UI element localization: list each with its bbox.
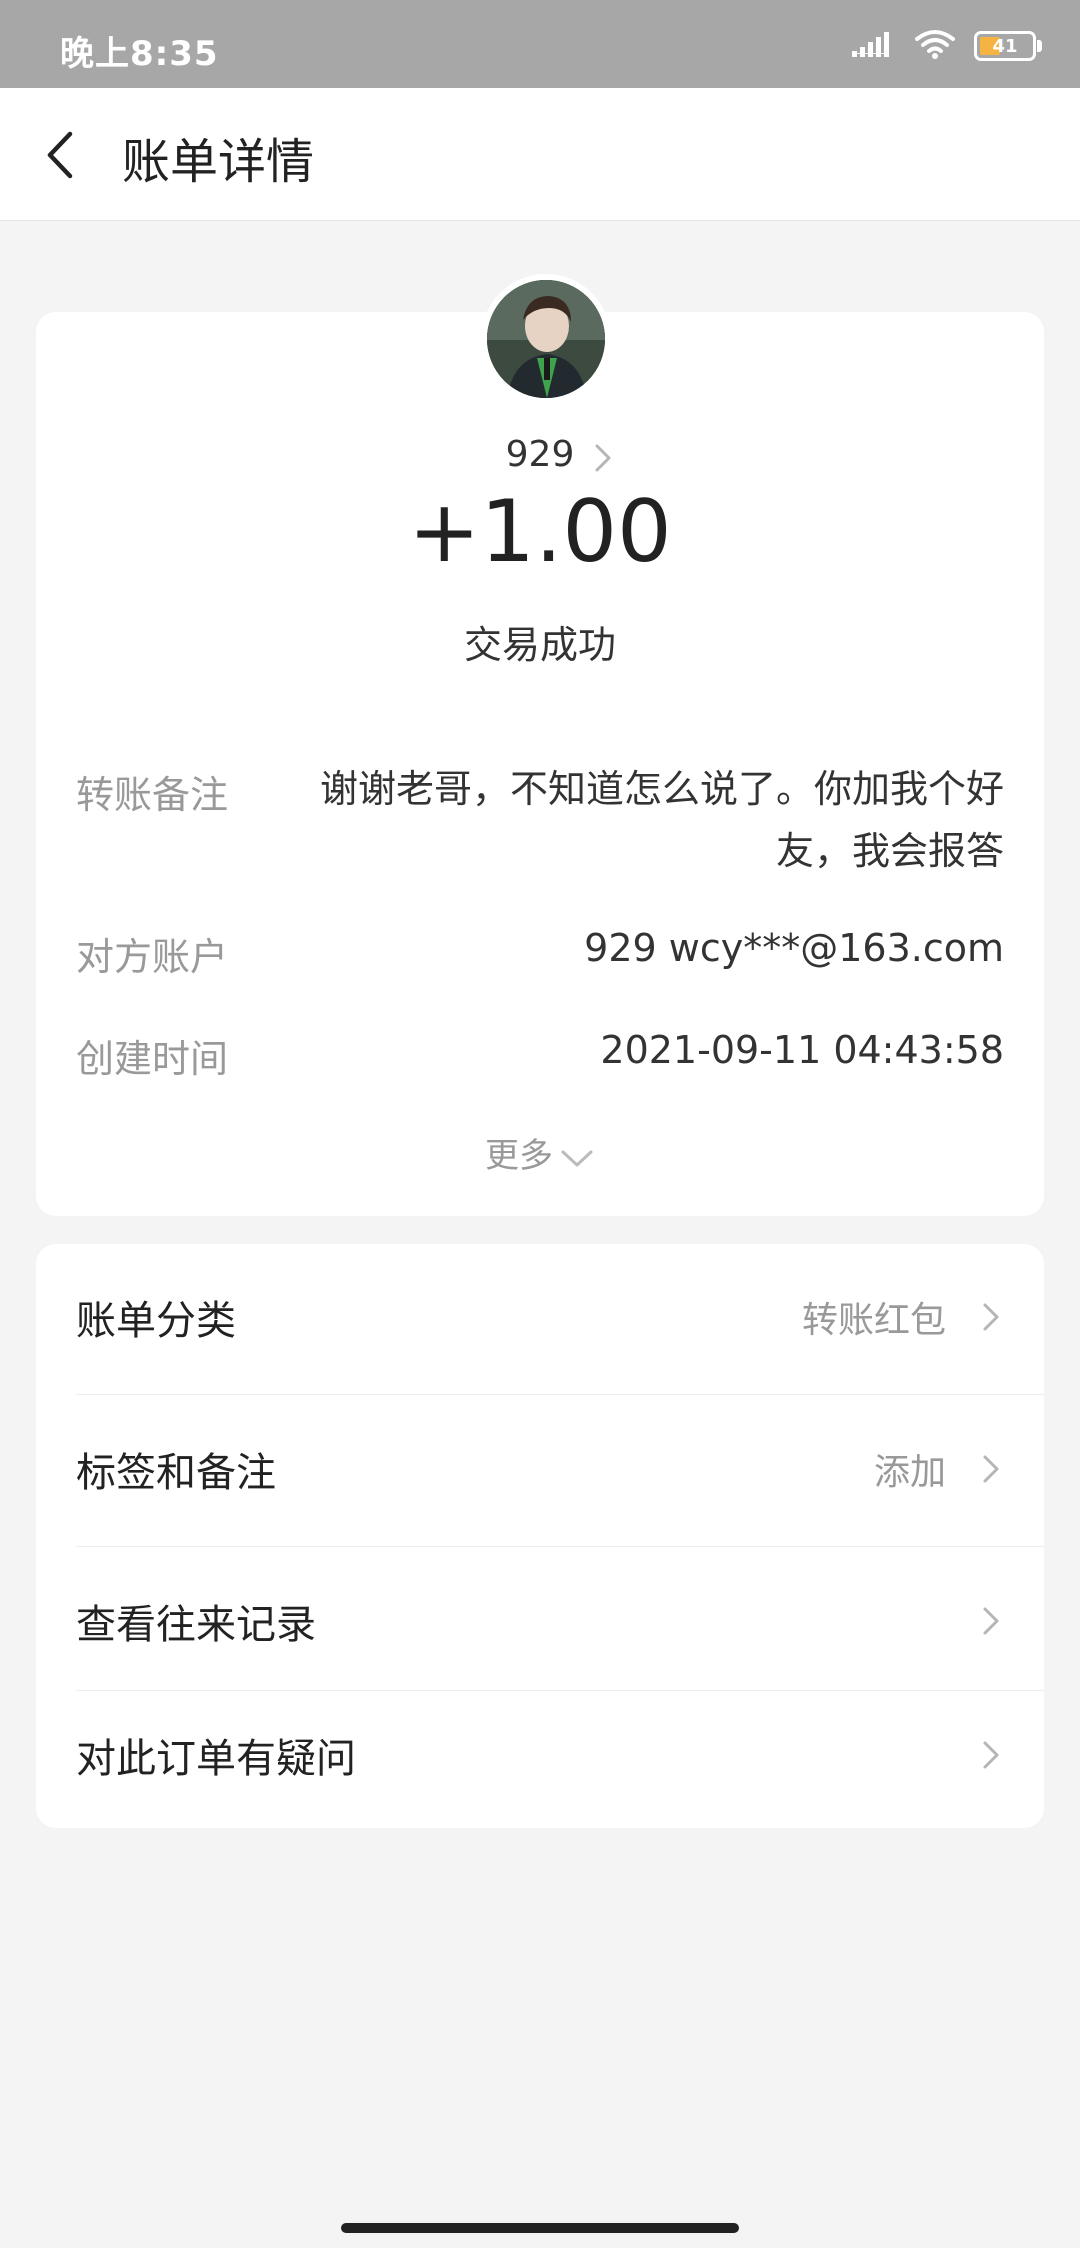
status-icons: 41	[852, 26, 1042, 66]
bill-category-label: 账单分类	[76, 1298, 236, 1344]
created-time-label: 创建时间	[76, 1037, 229, 1081]
transaction-status: 交易成功	[463, 623, 616, 667]
chevron-right-icon	[983, 1455, 999, 1483]
chevron-down-icon	[561, 1150, 593, 1166]
created-time-value: 2021-09-11 04:43:58	[600, 1028, 1004, 1072]
counterparty-link[interactable]: 929	[36, 434, 1044, 475]
account-value: 929 wcy***@163.com	[584, 926, 1004, 970]
page-title: 账单详情	[122, 134, 315, 190]
actions-card: 账单分类 转账红包 标签和备注 添加 查看往来记录 对此订单有疑问	[36, 1244, 1044, 1828]
order-question-label: 对此订单有疑问	[76, 1736, 356, 1782]
more-label: 更多	[485, 1136, 553, 1176]
signal-icon	[852, 29, 896, 63]
divider	[76, 1546, 1044, 1547]
avatar-image	[487, 280, 605, 398]
chevron-right-icon	[595, 444, 611, 472]
chevron-right-icon	[983, 1303, 999, 1331]
tags-notes-value: 添加	[873, 1452, 946, 1493]
app-header: 账单详情	[0, 88, 1080, 221]
bill-category-item[interactable]: 账单分类 转账红包	[36, 1244, 1044, 1390]
tags-notes-item[interactable]: 标签和备注 添加	[36, 1396, 1044, 1542]
bill-category-value: 转账红包	[801, 1300, 946, 1341]
status-time: 晚上8:35	[60, 34, 219, 74]
memo-label: 转账备注	[76, 773, 229, 817]
transaction-card: 929 +1.00 交易成功 转账备注 谢谢老哥，不知道怎么说了。你加我个好友，…	[36, 274, 1044, 1216]
order-question-item[interactable]: 对此订单有疑问	[36, 1682, 1044, 1828]
counterparty-name: 929	[505, 434, 575, 475]
counterparty-avatar[interactable]	[481, 274, 611, 404]
wifi-icon	[914, 28, 956, 64]
transaction-history-label: 查看往来记录	[76, 1602, 316, 1648]
chevron-right-icon	[983, 1607, 999, 1635]
status-bar: 晚上8:35 41	[0, 0, 1080, 88]
more-button[interactable]: 更多	[36, 1128, 1044, 1177]
chevron-right-icon	[983, 1741, 999, 1769]
back-arrow-icon	[47, 131, 73, 179]
home-indicator[interactable]	[341, 2223, 739, 2233]
battery-level: 41	[992, 35, 1018, 57]
transaction-amount: +1.00	[408, 482, 672, 582]
divider	[76, 1394, 1044, 1395]
account-label: 对方账户	[76, 935, 229, 979]
memo-value: 谢谢老哥，不知道怎么说了。你加我个好友，我会报答	[319, 767, 1004, 873]
transaction-history-item[interactable]: 查看往来记录	[36, 1548, 1044, 1694]
battery-icon: 41	[974, 31, 1036, 61]
back-button[interactable]	[36, 120, 96, 190]
tags-notes-label: 标签和备注	[76, 1450, 276, 1496]
